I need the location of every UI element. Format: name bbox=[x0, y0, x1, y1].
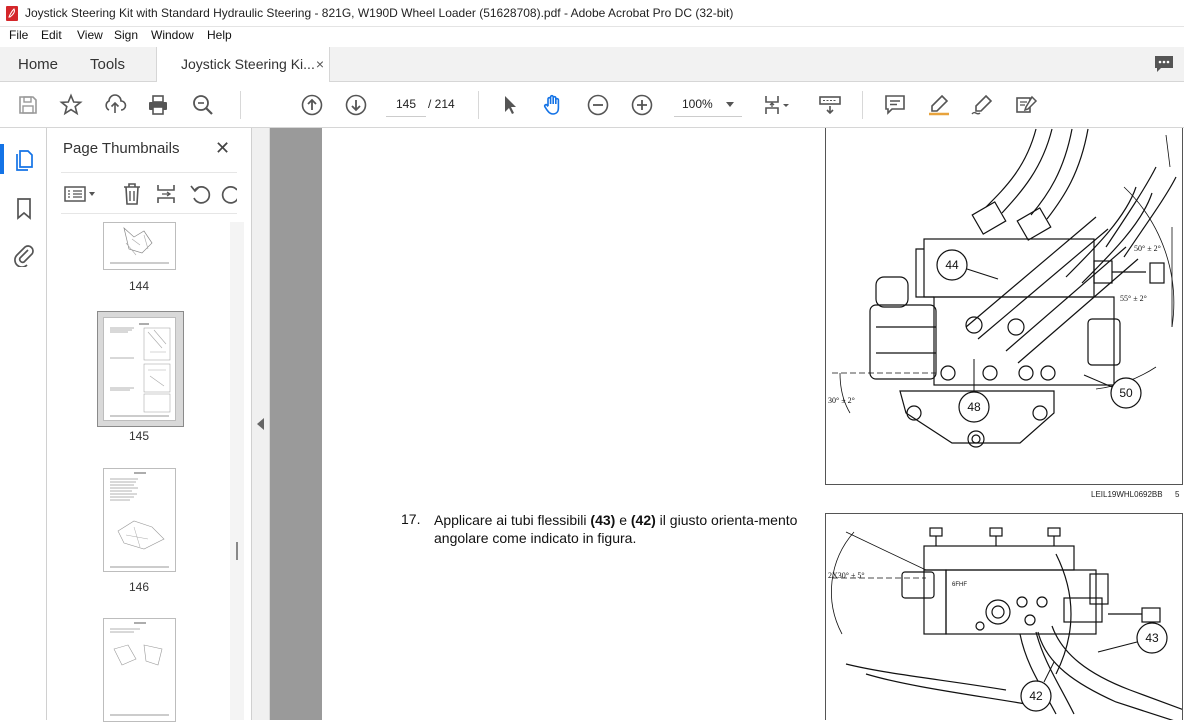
page-number-input[interactable] bbox=[386, 92, 426, 117]
callout-50: 50 bbox=[1119, 386, 1133, 400]
hose-ref-43: (43) bbox=[590, 512, 616, 528]
figure-code-suffix: 5 bbox=[1175, 490, 1180, 499]
valve-drawing-top: 44 48 50 50° ± 2° 55° ± 2° 30° ± 2° bbox=[828, 128, 1177, 448]
scroll-mode-icon[interactable] bbox=[818, 93, 842, 117]
panel-title: Page Thumbnails bbox=[63, 140, 180, 157]
attachments-icon[interactable] bbox=[13, 243, 35, 267]
step-number: 17. bbox=[401, 511, 421, 527]
thumbnail-preview bbox=[110, 622, 169, 716]
tab-home[interactable]: Home bbox=[18, 47, 58, 82]
callout-44: 44 bbox=[945, 258, 959, 272]
figure-code: LEIL19WHL0692BB bbox=[1091, 490, 1163, 499]
toolbar: / 214 100% bbox=[0, 82, 1184, 128]
pdf-page: 44 48 50 50° ± 2° 55° ± 2° 30° ± 2° LEIL… bbox=[322, 128, 1184, 720]
comment-icon[interactable] bbox=[1153, 54, 1175, 74]
scrollbar-thumb[interactable] bbox=[236, 542, 238, 560]
page-thumbnail-144[interactable] bbox=[103, 222, 176, 270]
window-title: Joystick Steering Kit with Standard Hydr… bbox=[25, 6, 734, 20]
chevron-down-icon bbox=[726, 102, 734, 107]
tab-document[interactable]: Joystick Steering Ki... × bbox=[156, 47, 330, 83]
zoom-out-icon[interactable] bbox=[586, 93, 610, 117]
rotate-counterclockwise-icon[interactable] bbox=[189, 182, 211, 206]
options-menu-icon[interactable] bbox=[63, 183, 97, 205]
thumbnail-label: 145 bbox=[128, 429, 150, 443]
highlight-pen-icon[interactable] bbox=[927, 93, 951, 117]
step-text-part: e bbox=[615, 512, 631, 528]
toolbar-separator bbox=[478, 91, 479, 119]
page-thumbnails-panel: Page Thumbnails ✕ 144 145 146 bbox=[47, 128, 252, 722]
thumbnail-label: 144 bbox=[128, 279, 150, 293]
bookmarks-icon[interactable] bbox=[15, 197, 33, 221]
thumbnail-label: 146 bbox=[128, 580, 150, 594]
hand-tool-icon[interactable] bbox=[541, 93, 565, 117]
page-margin-strip bbox=[270, 128, 322, 720]
page-total-label: / 214 bbox=[428, 97, 455, 111]
rail-selection-indicator bbox=[0, 144, 4, 174]
valve-drawing-bottom: 43 42 2X30° ± 5° 6FHF bbox=[828, 527, 1182, 720]
callout-42: 42 bbox=[1029, 689, 1043, 703]
menu-edit[interactable]: Edit bbox=[41, 28, 62, 42]
step-text-part: Applicare ai tubi flessibili bbox=[434, 512, 591, 528]
acrobat-app-icon bbox=[6, 6, 18, 21]
part-number-label: 6FHF bbox=[952, 582, 967, 588]
select-cursor-icon[interactable] bbox=[498, 93, 522, 117]
menu-file[interactable]: File bbox=[9, 28, 28, 42]
share-upload-icon[interactable] bbox=[103, 93, 127, 117]
delete-page-icon[interactable] bbox=[121, 182, 143, 206]
tab-bar: Home Tools Joystick Steering Ki... × bbox=[0, 47, 1184, 83]
thumbnail-preview bbox=[110, 472, 169, 568]
page-thumbnail-145[interactable] bbox=[103, 317, 176, 421]
figure-valve-top: 44 48 50 50° ± 2° 55° ± 2° 30° ± 2° bbox=[825, 128, 1183, 485]
sign-pen-icon[interactable] bbox=[970, 93, 994, 117]
page-thumbnail-147[interactable] bbox=[103, 618, 176, 722]
thumbnail-toolbar bbox=[61, 172, 237, 214]
step-text: Applicare ai tubi flessibili (43) e (42)… bbox=[434, 511, 804, 547]
hose-ref-42: (42) bbox=[630, 512, 656, 528]
angle-label: 55° ± 2° bbox=[1120, 294, 1147, 303]
figure-valve-bottom: 43 42 2X30° ± 5° 6FHF bbox=[825, 513, 1183, 720]
angle-label: 2X30° ± 5° bbox=[828, 571, 865, 580]
zoom-level-value: 100% bbox=[682, 97, 713, 111]
tab-tools[interactable]: Tools bbox=[90, 47, 125, 82]
tab-document-label: Joystick Steering Ki... bbox=[181, 56, 315, 72]
thumbnail-preview bbox=[110, 226, 169, 264]
bookmark-star-icon[interactable] bbox=[59, 93, 83, 117]
menu-window[interactable]: Window bbox=[151, 28, 194, 42]
collapse-arrow-icon[interactable] bbox=[257, 418, 265, 430]
page-thumbnail-146[interactable] bbox=[103, 468, 176, 572]
toolbar-separator bbox=[862, 91, 863, 119]
zoom-search-icon[interactable] bbox=[191, 93, 215, 117]
menu-help[interactable]: Help bbox=[207, 28, 232, 42]
panel-close-icon[interactable]: ✕ bbox=[215, 138, 230, 159]
rotate-clockwise-icon[interactable] bbox=[221, 182, 237, 206]
zoom-level-select[interactable]: 100% bbox=[674, 92, 742, 117]
extract-pages-icon[interactable] bbox=[155, 182, 177, 206]
angle-label: 50° ± 2° bbox=[1134, 244, 1161, 253]
collapse-panel-gutter[interactable] bbox=[252, 128, 270, 720]
tab-close-icon[interactable]: × bbox=[316, 47, 324, 82]
save-icon[interactable] bbox=[16, 93, 40, 117]
next-page-icon[interactable] bbox=[344, 93, 368, 117]
menu-view[interactable]: View bbox=[77, 28, 103, 42]
page-thumbnails-icon[interactable] bbox=[13, 148, 35, 172]
navigation-rail bbox=[0, 128, 47, 720]
thumbnail-preview bbox=[110, 323, 171, 417]
comment-note-icon[interactable] bbox=[883, 93, 907, 117]
print-icon[interactable] bbox=[146, 93, 170, 117]
page-display-icon[interactable] bbox=[762, 93, 790, 117]
title-bar: Joystick Steering Kit with Standard Hydr… bbox=[0, 0, 1184, 27]
toolbar-separator bbox=[240, 91, 241, 119]
angle-label: 30° ± 2° bbox=[828, 396, 855, 405]
zoom-in-icon[interactable] bbox=[630, 93, 654, 117]
callout-43: 43 bbox=[1145, 631, 1159, 645]
menu-bar: File Edit View Sign Window Help bbox=[0, 27, 1184, 47]
thumbnail-scrollbar[interactable] bbox=[230, 222, 244, 720]
previous-page-icon[interactable] bbox=[300, 93, 324, 117]
callout-48: 48 bbox=[967, 400, 981, 414]
fill-sign-icon[interactable] bbox=[1014, 93, 1038, 117]
menu-sign[interactable]: Sign bbox=[114, 28, 138, 42]
